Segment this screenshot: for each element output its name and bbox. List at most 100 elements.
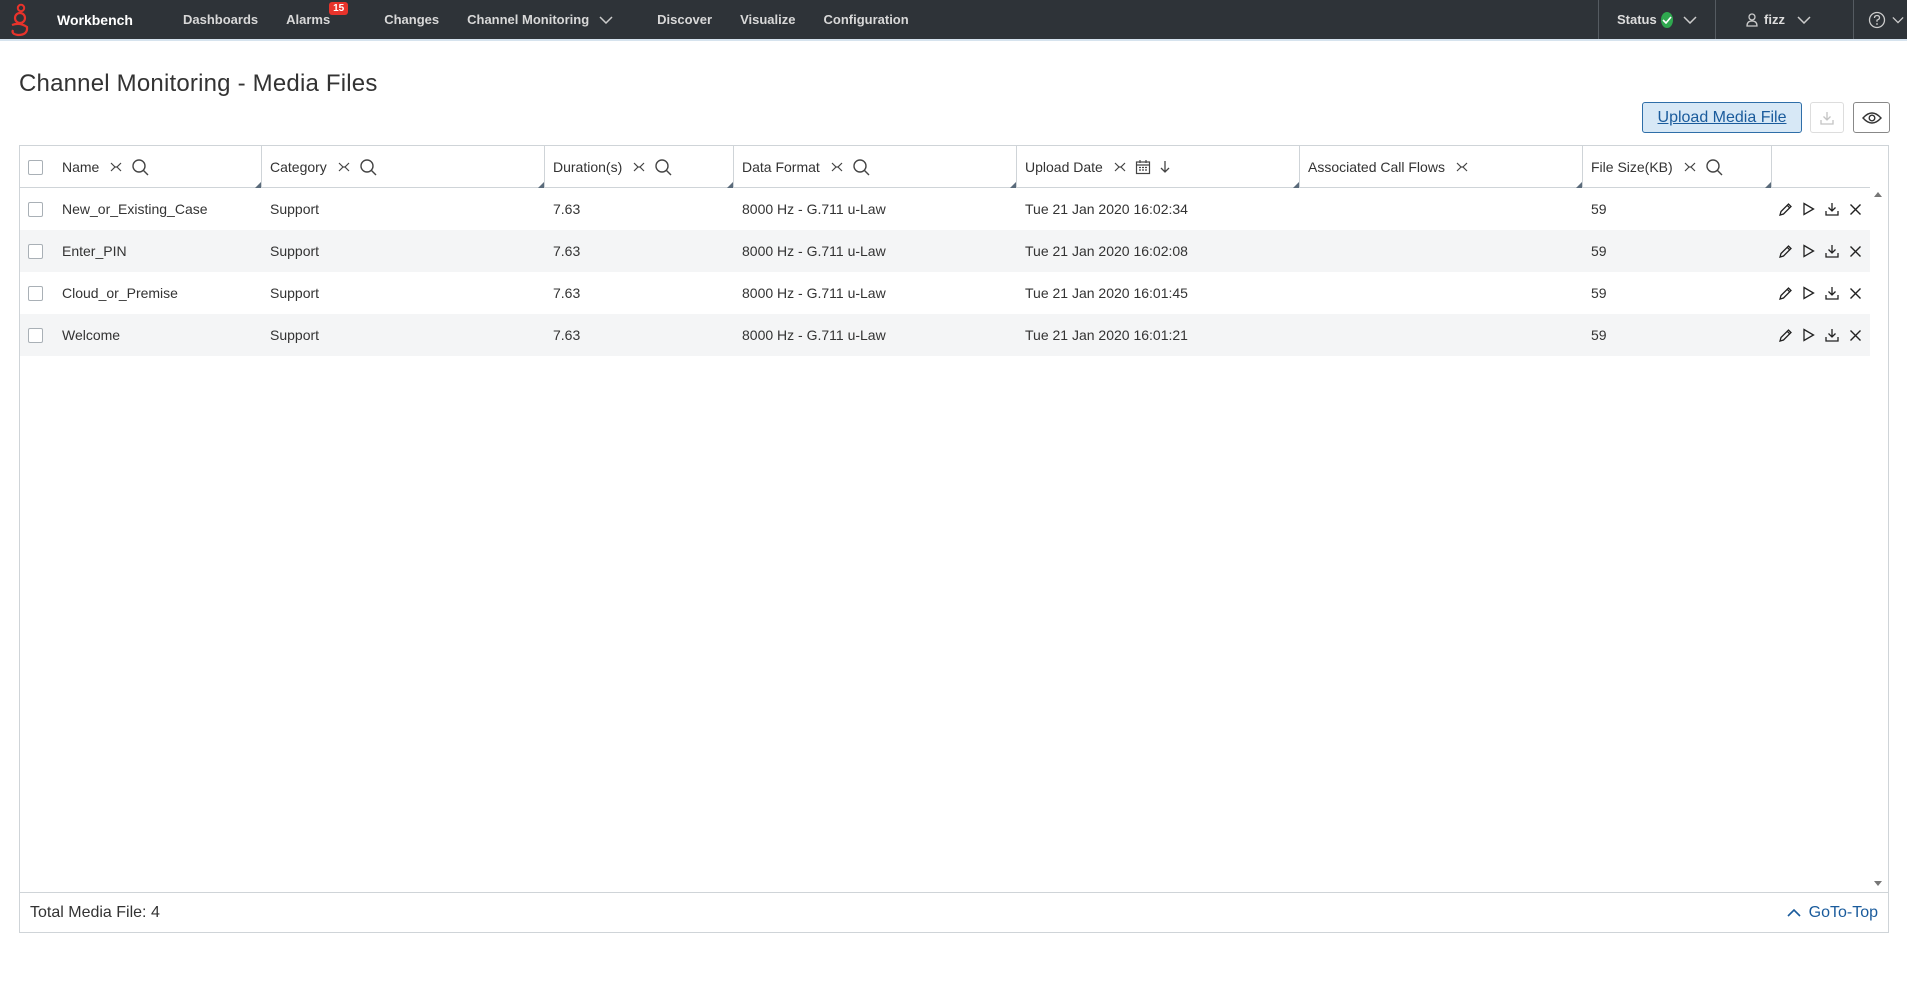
nav-dashboards[interactable]: Dashboards: [183, 12, 258, 27]
cell-category: Support: [270, 285, 320, 301]
row-select-cell: [20, 201, 54, 217]
user-icon: [1746, 12, 1758, 27]
column-visibility-button[interactable]: [1853, 102, 1890, 133]
edit-icon[interactable]: [1778, 328, 1793, 343]
column-label: Duration(s): [553, 159, 623, 175]
play-icon[interactable]: [1802, 328, 1815, 342]
download-icon[interactable]: [1824, 327, 1840, 343]
filter-icon[interactable]: [1113, 160, 1127, 174]
table-row[interactable]: New_or_Existing_Case Support 7.63 8000 Hz -…: [20, 188, 1870, 230]
column-label: File Size(KB): [1591, 159, 1673, 175]
filter-icon[interactable]: [109, 160, 123, 174]
delete-icon[interactable]: [1849, 329, 1862, 342]
vertical-scrollbar[interactable]: [1870, 188, 1888, 890]
filter-icon[interactable]: [337, 160, 351, 174]
table-footer: Total Media File: 4 GoTo-Top: [20, 892, 1888, 932]
download-icon[interactable]: [1824, 285, 1840, 301]
play-icon[interactable]: [1802, 286, 1815, 300]
help-menu[interactable]: [1853, 0, 1907, 39]
row-checkbox[interactable]: [28, 327, 43, 343]
nav-changes[interactable]: Changes: [384, 12, 439, 27]
cell-date: Tue 21 Jan 2020 16:01:45: [1025, 285, 1188, 301]
app-brand[interactable]: Workbench: [57, 12, 133, 28]
search-icon[interactable]: [852, 158, 870, 176]
scroll-up-arrow[interactable]: [1874, 192, 1882, 197]
row-select-cell: [20, 243, 54, 259]
goto-top-label: GoTo-Top: [1808, 903, 1878, 921]
search-icon[interactable]: [359, 158, 377, 176]
cell-date: Tue 21 Jan 2020 16:01:21: [1025, 327, 1188, 343]
filter-icon[interactable]: [830, 160, 844, 174]
select-all-checkbox[interactable]: [28, 159, 43, 175]
scroll-down-arrow[interactable]: [1874, 881, 1882, 886]
download-icon[interactable]: [1824, 201, 1840, 217]
column-header-duration[interactable]: Duration(s): [545, 146, 734, 188]
media-files-table: Name Category Duration(s) Data Format Up…: [19, 145, 1889, 933]
filter-icon[interactable]: [1683, 160, 1697, 174]
nav-configuration-label: Configuration: [823, 12, 909, 27]
cell-name: New_or_Existing_Case: [62, 201, 208, 217]
table-row[interactable]: Welcome Support 7.63 8000 Hz - G.711 u-Law T…: [20, 314, 1870, 356]
nav-right: Status fizz: [1598, 0, 1907, 39]
delete-icon[interactable]: [1849, 245, 1862, 258]
chevron-down-icon: [1683, 15, 1697, 24]
nav-alarms[interactable]: Alarms 15: [286, 2, 349, 27]
column-label: Name: [62, 159, 100, 175]
cell-category: Support: [270, 201, 320, 217]
play-icon[interactable]: [1802, 244, 1815, 258]
cell-duration: 7.63: [553, 327, 581, 343]
row-checkbox[interactable]: [28, 285, 43, 301]
edit-icon[interactable]: [1778, 202, 1793, 217]
goto-top-link[interactable]: GoTo-Top: [1787, 904, 1878, 922]
total-count: Total Media File: 4: [30, 903, 160, 921]
chevron-up-icon: [1787, 908, 1801, 917]
row-actions: [1778, 243, 1862, 259]
download-icon[interactable]: [1824, 243, 1840, 259]
search-icon[interactable]: [131, 158, 149, 176]
upload-media-file-button[interactable]: Upload Media File: [1642, 102, 1802, 133]
row-actions: [1778, 285, 1862, 301]
nav-discover[interactable]: Discover: [657, 12, 712, 27]
column-label: Data Format: [742, 159, 820, 175]
row-checkbox[interactable]: [28, 243, 43, 259]
cell-date: Tue 21 Jan 2020 16:02:08: [1025, 243, 1188, 259]
calendar-icon[interactable]: [1135, 159, 1151, 175]
edit-icon[interactable]: [1778, 244, 1793, 259]
nav-changes-label: Changes: [384, 12, 440, 27]
sort-descending-icon[interactable]: [1159, 160, 1171, 174]
cell-format: 8000 Hz - G.711 u-Law: [742, 285, 886, 301]
select-all-cell: [20, 146, 54, 188]
user-menu[interactable]: fizz: [1715, 0, 1853, 39]
column-label: Associated Call Flows: [1308, 159, 1445, 175]
nav-configuration[interactable]: Configuration: [823, 12, 908, 27]
genesys-logo-icon[interactable]: [0, 0, 40, 39]
page-title: Channel Monitoring - Media Files: [19, 70, 378, 97]
cell-duration: 7.63: [553, 243, 581, 259]
delete-icon[interactable]: [1849, 203, 1862, 216]
column-header-category[interactable]: Category: [262, 146, 545, 188]
column-header-file-size[interactable]: File Size(KB): [1583, 146, 1772, 188]
column-label: Category: [270, 159, 327, 175]
table-row[interactable]: Enter_PIN Support 7.63 8000 Hz - G.711 u-La…: [20, 230, 1870, 272]
row-select-cell: [20, 285, 54, 301]
status-label: Status: [1617, 12, 1657, 27]
table-row[interactable]: Cloud_or_Premise Support 7.63 8000 Hz - G.7…: [20, 272, 1870, 314]
delete-icon[interactable]: [1849, 287, 1862, 300]
filter-icon[interactable]: [632, 160, 646, 174]
edit-icon[interactable]: [1778, 286, 1793, 301]
row-actions: [1778, 201, 1862, 217]
eye-icon: [1861, 111, 1882, 125]
download-selected-button[interactable]: [1810, 102, 1844, 133]
search-icon[interactable]: [1705, 158, 1723, 176]
column-header-name[interactable]: Name: [54, 146, 262, 188]
status-menu[interactable]: Status: [1598, 0, 1715, 39]
filter-icon[interactable]: [1455, 160, 1469, 174]
search-icon[interactable]: [654, 158, 672, 176]
nav-channel-monitoring[interactable]: Channel Monitoring: [467, 12, 613, 27]
column-header-associated-call-flows[interactable]: Associated Call Flows: [1300, 146, 1583, 188]
nav-visualize[interactable]: Visualize: [740, 12, 795, 27]
column-header-data-format[interactable]: Data Format: [734, 146, 1017, 188]
row-checkbox[interactable]: [28, 201, 43, 217]
play-icon[interactable]: [1802, 202, 1815, 216]
column-header-upload-date[interactable]: Upload Date: [1017, 146, 1300, 188]
